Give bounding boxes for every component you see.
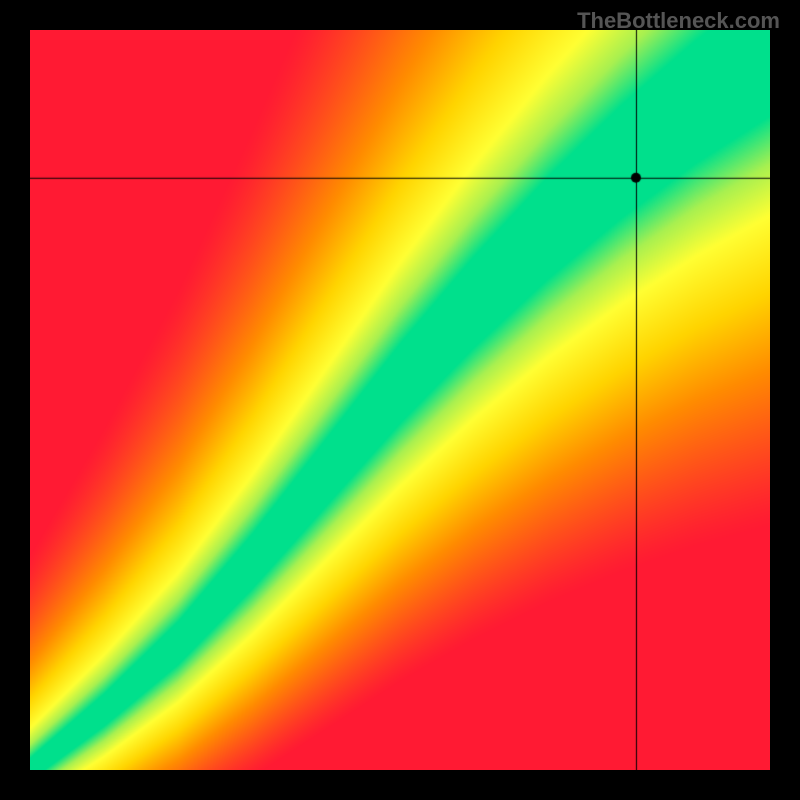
heatmap-canvas [30,30,770,770]
heatmap-plot [30,30,770,770]
watermark-text: TheBottleneck.com [577,8,780,34]
